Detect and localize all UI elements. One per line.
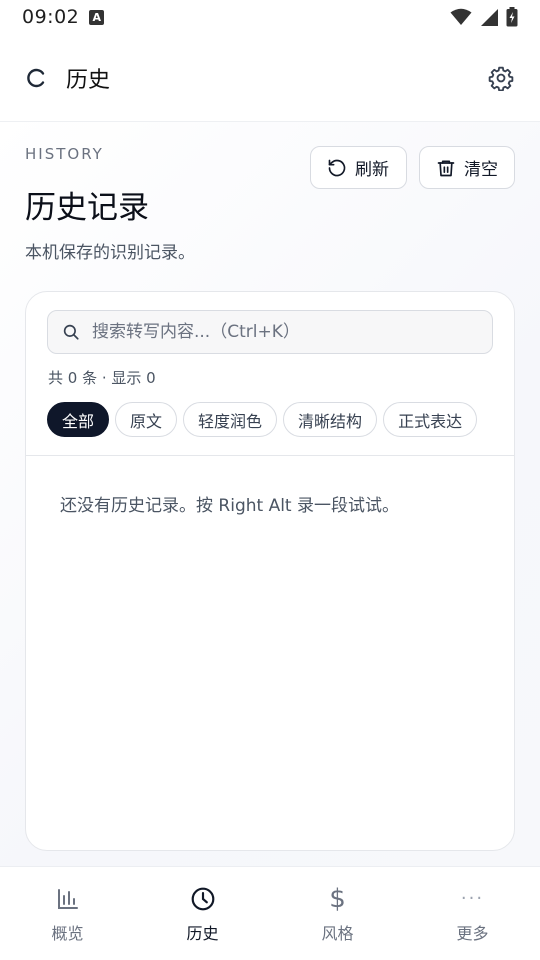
refresh-icon — [328, 159, 346, 176]
refresh-button-label: 刷新 — [355, 160, 389, 180]
nav-item-history[interactable]: 历史 — [135, 867, 270, 960]
search-icon — [63, 324, 79, 340]
filter-chip-light-polish[interactable]: 轻度润色 — [183, 402, 278, 437]
filter-chip-clear-structure[interactable]: 清晰结构 — [283, 402, 378, 437]
wifi-icon — [450, 8, 472, 25]
cell-signal-icon — [481, 9, 498, 26]
status-icons — [450, 7, 518, 27]
page-title: 历史记录 — [25, 190, 149, 226]
card-divider — [26, 455, 514, 456]
settings-button[interactable] — [486, 63, 516, 93]
nav-label-overview: 概览 — [51, 924, 84, 943]
empty-state-text: 还没有历史记录。按 Right Alt 录一段试试。 — [60, 496, 399, 516]
nav-item-style[interactable]: $ 风格 — [270, 867, 405, 960]
dollar-icon: $ — [329, 884, 346, 914]
search-input[interactable] — [92, 322, 472, 342]
status-time: 09:02 — [22, 6, 80, 28]
main-content: HISTORY 历史记录 本机保存的识别记录。 刷新 清空 共 0 条 · 显示… — [0, 122, 540, 866]
nav-label-history: 历史 — [186, 924, 219, 943]
page-eyebrow: HISTORY — [25, 145, 104, 163]
nav-label-more: 更多 — [456, 924, 489, 943]
nav-item-more[interactable]: ··· 更多 — [405, 867, 540, 960]
filter-chip-original[interactable]: 原文 — [115, 402, 178, 437]
filter-chip-formal[interactable]: 正式表达 — [383, 402, 478, 437]
trash-icon — [437, 160, 455, 176]
refresh-button[interactable]: 刷新 — [310, 146, 407, 189]
filter-chip-all[interactable]: 全部 — [47, 402, 110, 437]
nav-label-style: 风格 — [321, 924, 354, 943]
history-card: 共 0 条 · 显示 0 全部 原文 轻度润色 清晰结构 正式表达 还没有历史记… — [25, 291, 515, 851]
clear-button-label: 清空 — [464, 160, 498, 180]
filter-chips: 全部 原文 轻度润色 清晰结构 正式表达 — [47, 402, 478, 437]
result-count: 共 0 条 · 显示 0 — [48, 369, 156, 387]
bar-chart-icon — [57, 889, 78, 909]
bottom-nav: 概览 历史 $ 风格 ··· 更多 — [0, 866, 540, 960]
page-subtitle: 本机保存的识别记录。 — [25, 243, 195, 263]
nav-item-overview[interactable]: 概览 — [0, 867, 135, 960]
app-bar: 历史 — [0, 34, 540, 122]
app-title: 历史 — [66, 67, 111, 93]
clear-button[interactable]: 清空 — [419, 146, 515, 189]
keyboard-indicator-icon: A — [89, 9, 105, 25]
clock-icon — [191, 887, 214, 911]
status-bar: 09:02 A — [0, 0, 540, 34]
loading-spinner-icon — [27, 68, 45, 87]
search-box[interactable] — [47, 310, 493, 354]
gear-icon — [488, 66, 514, 91]
battery-icon — [506, 7, 518, 27]
more-dots-icon: ··· — [460, 888, 485, 909]
